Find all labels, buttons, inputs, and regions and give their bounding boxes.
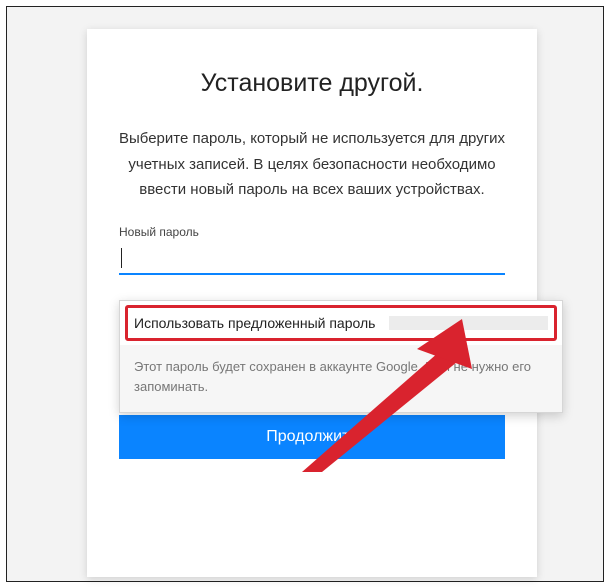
screenshot-frame: Установите другой. Выберите пароль, кото… — [6, 6, 604, 582]
password-suggestion-popup: Использовать предложенный пароль Этот па… — [119, 300, 563, 413]
use-suggested-password-row[interactable]: Использовать предложенный пароль — [120, 301, 562, 345]
continue-button[interactable]: Продолжить — [119, 415, 505, 459]
text-caret — [121, 248, 122, 268]
password-input[interactable] — [119, 245, 505, 273]
password-input-wrap — [119, 245, 505, 275]
dialog-description: Выберите пароль, который не используется… — [119, 126, 505, 203]
dialog-title: Установите другой. — [119, 69, 505, 98]
suggested-password-masked — [389, 316, 548, 330]
use-suggested-password-label: Использовать предложенный пароль — [134, 315, 375, 331]
suggestion-info-text: Этот пароль будет сохранен в аккаунте Go… — [120, 345, 562, 412]
password-field-label: Новый пароль — [119, 225, 505, 239]
